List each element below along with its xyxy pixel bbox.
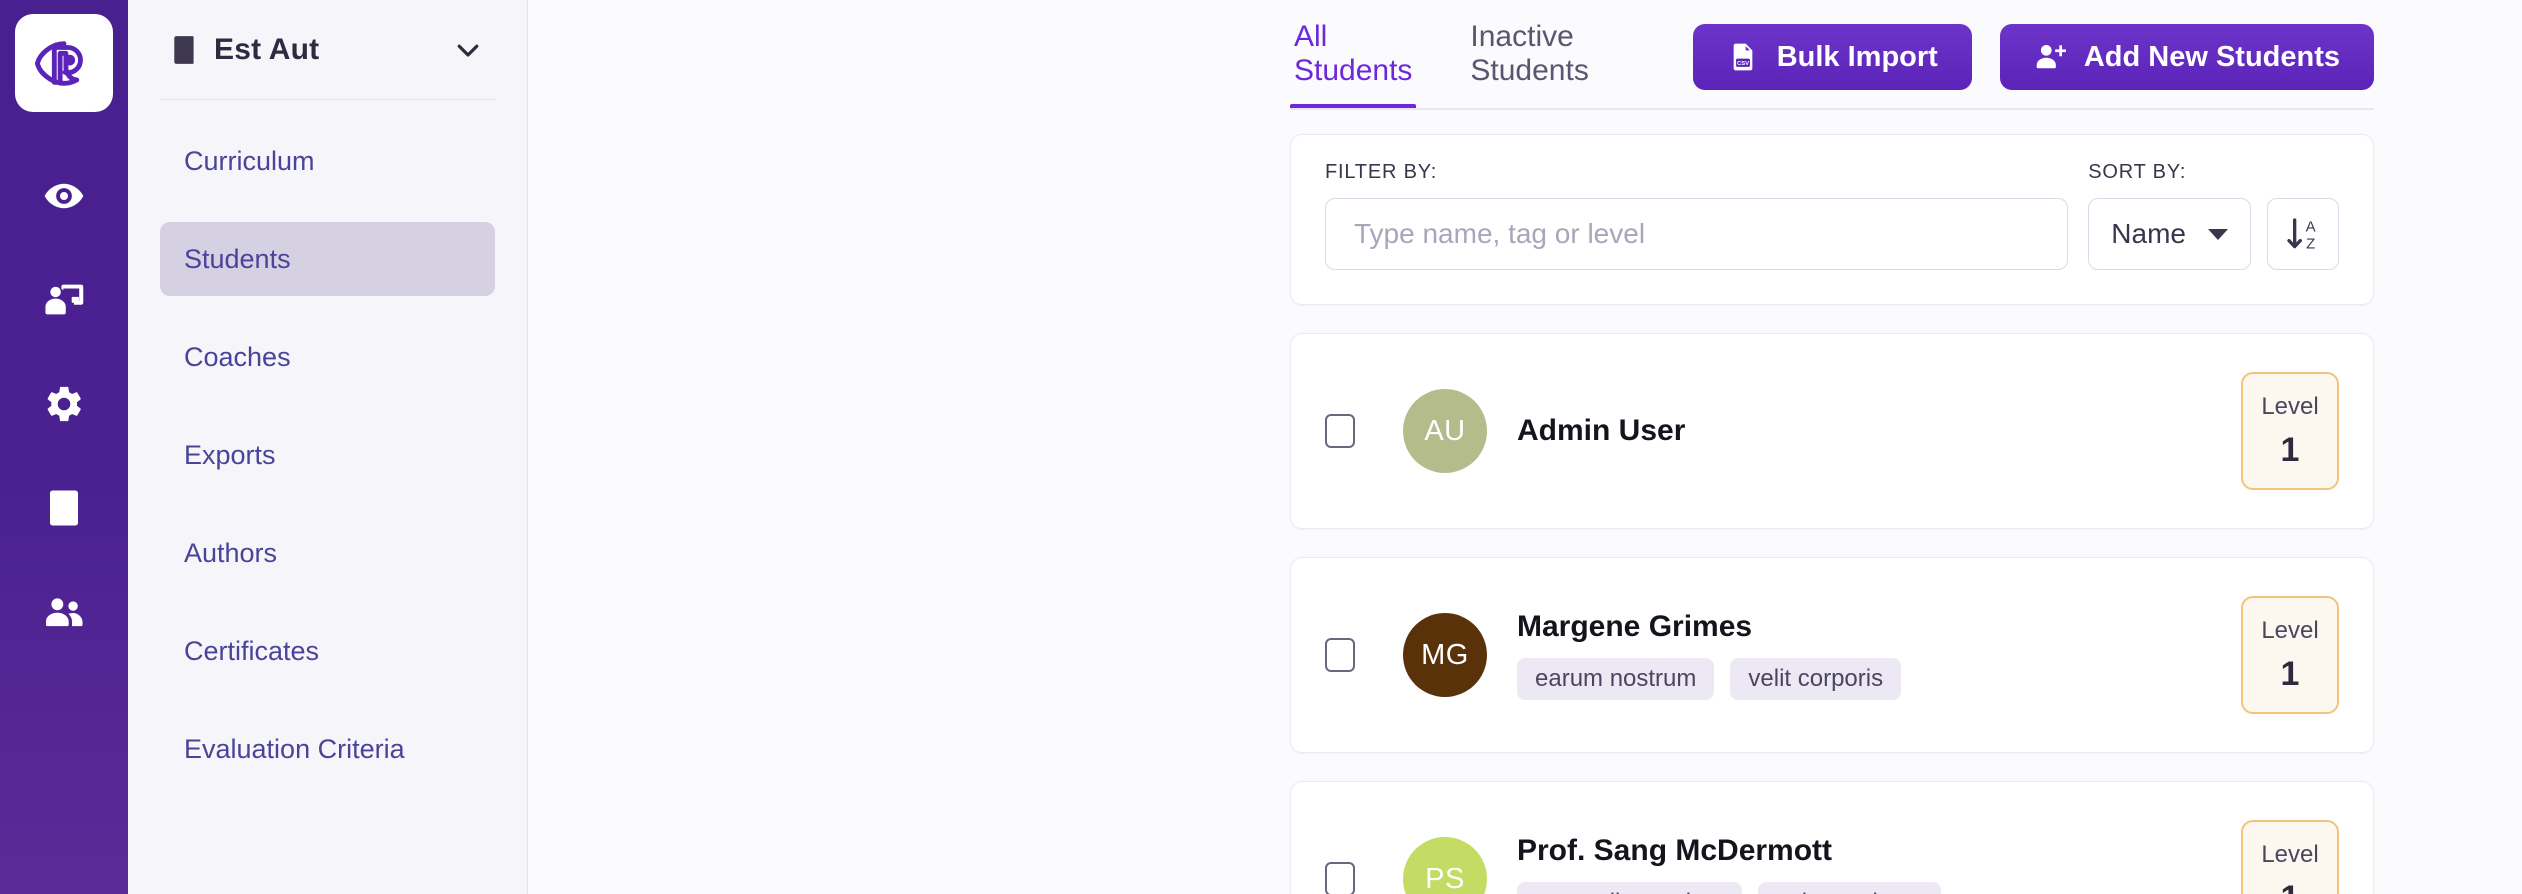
chalkboard-teacher-icon bbox=[43, 279, 85, 321]
people-group-icon bbox=[43, 591, 85, 633]
student-tags: earum nostrum velit corporis bbox=[1517, 658, 2217, 700]
filter-input[interactable] bbox=[1325, 198, 2068, 270]
gear-icon bbox=[43, 383, 85, 425]
student-row[interactable]: AU Admin User Level 1 bbox=[1290, 333, 2374, 529]
user-plus-icon bbox=[2034, 41, 2066, 73]
sidebar-item-label: Coaches bbox=[184, 342, 291, 373]
filter-by-label: FILTER BY: bbox=[1325, 161, 2068, 184]
tab-inactive-students[interactable]: Inactive Students bbox=[1466, 20, 1642, 110]
sidebar-item-coaches[interactable]: Coaches bbox=[160, 320, 495, 394]
document-icon bbox=[43, 487, 85, 529]
level-caption: Level bbox=[2261, 393, 2318, 421]
student-level-badge: Level 1 bbox=[2241, 596, 2339, 714]
student-level-badge: Level 1 bbox=[2241, 820, 2339, 894]
student-info: Margene Grimes earum nostrum velit corpo… bbox=[1517, 610, 2217, 700]
avatar-initials: MG bbox=[1421, 639, 1469, 672]
tab-divider bbox=[1290, 108, 2374, 110]
rail-item-documents[interactable] bbox=[32, 476, 96, 540]
sidebar-header[interactable]: Est Aut bbox=[160, 0, 495, 100]
top-bar: All Students Inactive Students CSV Bulk … bbox=[528, 0, 2522, 110]
tab-bar: All Students Inactive Students bbox=[1290, 0, 1693, 110]
tab-label: All Students bbox=[1294, 20, 1412, 87]
sort-group: SORT BY: Name A Z bbox=[2088, 161, 2339, 270]
svg-text:CSV: CSV bbox=[1737, 61, 1749, 67]
avatar-initials: PS bbox=[1425, 863, 1465, 894]
sidebar-item-evaluation-criteria[interactable]: Evaluation Criteria bbox=[160, 712, 495, 786]
sort-by-value: Name bbox=[2111, 218, 2186, 250]
sort-direction-button[interactable]: A Z bbox=[2267, 198, 2339, 270]
sidebar-item-authors[interactable]: Authors bbox=[160, 516, 495, 590]
student-name: Prof. Sang McDermott bbox=[1517, 834, 2217, 868]
add-new-students-button[interactable]: Add New Students bbox=[2000, 24, 2374, 90]
avatar: PS bbox=[1403, 837, 1487, 894]
icon-rail bbox=[0, 0, 128, 894]
bulk-import-label: Bulk Import bbox=[1777, 41, 1938, 74]
rail-item-settings[interactable] bbox=[32, 372, 96, 436]
sidebar-title: Est Aut bbox=[214, 33, 453, 67]
avatar: AU bbox=[1403, 389, 1487, 473]
tag[interactable]: temporibus soluta bbox=[1517, 882, 1742, 894]
sort-by-select[interactable]: Name bbox=[2088, 198, 2251, 270]
students-panel: FILTER BY: SORT BY: Name A bbox=[528, 110, 2522, 894]
add-new-students-label: Add New Students bbox=[2084, 41, 2340, 74]
bulk-import-button[interactable]: CSV Bulk Import bbox=[1693, 24, 1972, 90]
sort-alpha-down-icon: A Z bbox=[2283, 214, 2323, 254]
level-caption: Level bbox=[2261, 841, 2318, 869]
svg-text:Z: Z bbox=[2306, 235, 2315, 252]
student-select-checkbox[interactable] bbox=[1325, 862, 1355, 894]
svg-text:A: A bbox=[2306, 218, 2316, 235]
student-name: Admin User bbox=[1517, 414, 2217, 448]
chevron-down-icon[interactable] bbox=[453, 35, 483, 65]
student-select-checkbox[interactable] bbox=[1325, 638, 1355, 672]
avatar-initials: AU bbox=[1424, 415, 1465, 448]
eye-p-logo-icon bbox=[33, 32, 95, 94]
level-value: 1 bbox=[2281, 431, 2300, 470]
filter-group: FILTER BY: bbox=[1325, 161, 2068, 270]
app-root: Est Aut Curriculum Students Coaches Expo… bbox=[0, 0, 2522, 894]
level-value: 1 bbox=[2281, 879, 2300, 894]
sidebar-item-label: Authors bbox=[184, 538, 277, 569]
main-content: All Students Inactive Students CSV Bulk … bbox=[528, 0, 2522, 894]
student-info: Prof. Sang McDermott temporibus soluta v… bbox=[1517, 834, 2217, 894]
sidebar-item-certificates[interactable]: Certificates bbox=[160, 614, 495, 688]
csv-file-icon: CSV bbox=[1727, 41, 1759, 73]
student-name: Margene Grimes bbox=[1517, 610, 2217, 644]
sort-select-block: SORT BY: Name bbox=[2088, 161, 2251, 270]
sidebar-item-label: Exports bbox=[184, 440, 276, 471]
sidebar: Est Aut Curriculum Students Coaches Expo… bbox=[128, 0, 528, 894]
sidebar-nav-list: Curriculum Students Coaches Exports Auth… bbox=[160, 100, 495, 786]
sidebar-item-label: Curriculum bbox=[184, 146, 315, 177]
rail-item-preview[interactable] bbox=[32, 164, 96, 228]
sidebar-item-label: Evaluation Criteria bbox=[184, 734, 405, 765]
sidebar-item-students[interactable]: Students bbox=[160, 222, 495, 296]
sidebar-item-label: Certificates bbox=[184, 636, 319, 667]
tag[interactable]: velit corporis bbox=[1730, 658, 1901, 700]
level-caption: Level bbox=[2261, 617, 2318, 645]
app-logo[interactable] bbox=[15, 14, 113, 112]
student-tags: temporibus soluta voluptas iusto bbox=[1517, 882, 2217, 894]
chevron-down-icon bbox=[2208, 229, 2228, 240]
rail-item-classroom[interactable] bbox=[32, 268, 96, 332]
book-icon bbox=[172, 35, 198, 65]
sort-by-label: SORT BY: bbox=[2088, 161, 2251, 184]
avatar: MG bbox=[1403, 613, 1487, 697]
sidebar-item-label: Students bbox=[184, 244, 291, 275]
sidebar-item-curriculum[interactable]: Curriculum bbox=[160, 124, 495, 198]
eye-icon bbox=[43, 175, 85, 217]
tab-all-students[interactable]: All Students bbox=[1290, 20, 1416, 110]
tag[interactable]: earum nostrum bbox=[1517, 658, 1714, 700]
top-actions: CSV Bulk Import Add New Students bbox=[1693, 0, 2374, 90]
student-level-badge: Level 1 bbox=[2241, 372, 2339, 490]
student-info: Admin User bbox=[1517, 414, 2217, 448]
tab-label: Inactive Students bbox=[1470, 20, 1588, 87]
sidebar-item-exports[interactable]: Exports bbox=[160, 418, 495, 492]
tag[interactable]: voluptas iusto bbox=[1758, 882, 1941, 894]
student-row[interactable]: PS Prof. Sang McDermott temporibus solut… bbox=[1290, 781, 2374, 894]
filter-sort-card: FILTER BY: SORT BY: Name A bbox=[1290, 134, 2374, 305]
student-select-checkbox[interactable] bbox=[1325, 414, 1355, 448]
student-row[interactable]: MG Margene Grimes earum nostrum velit co… bbox=[1290, 557, 2374, 753]
rail-item-users[interactable] bbox=[32, 580, 96, 644]
level-value: 1 bbox=[2281, 655, 2300, 694]
